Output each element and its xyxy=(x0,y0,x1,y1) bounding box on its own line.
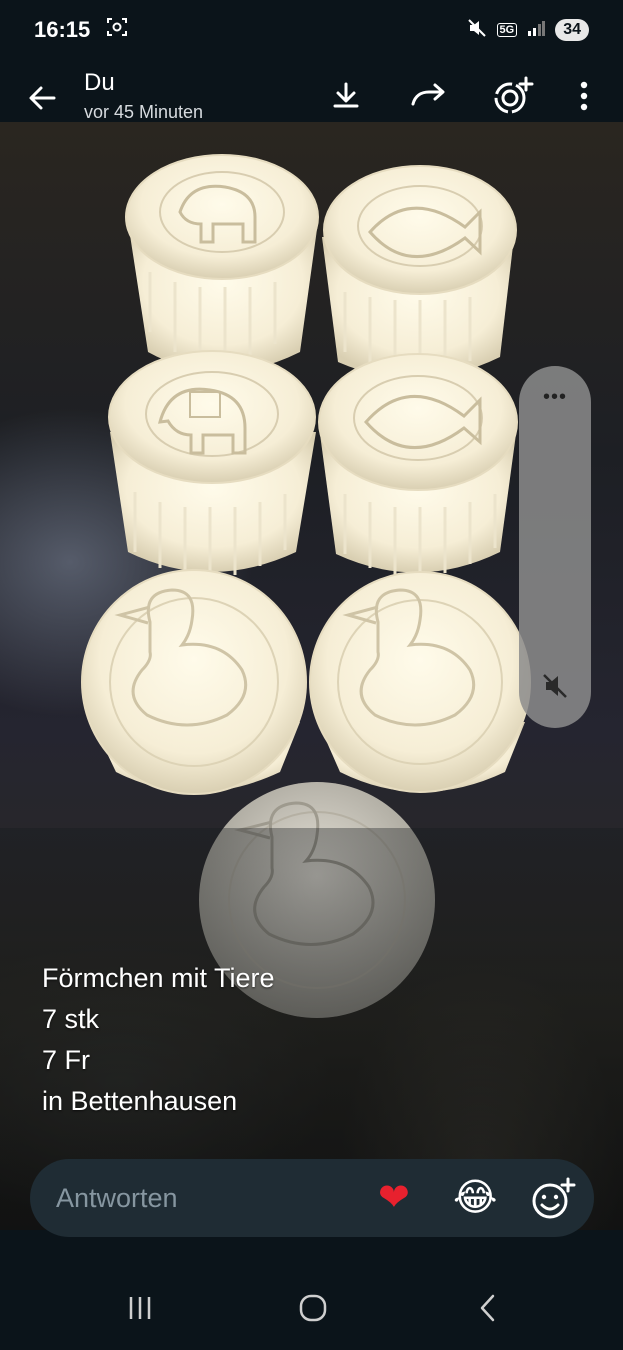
home-icon xyxy=(299,1294,327,1322)
post-time: vor 45 Minuten xyxy=(84,102,204,122)
caption-line: 7 stk xyxy=(42,1004,100,1034)
status-bar: 16:15 5G 34 xyxy=(0,0,623,60)
download-icon xyxy=(333,82,359,108)
laugh-reaction-button[interactable]: 😂 xyxy=(453,1176,497,1220)
mold-fish-2 xyxy=(318,353,518,575)
back-icon xyxy=(480,1294,495,1322)
header-title-block[interactable]: Du vor 45 Minuten xyxy=(84,68,203,124)
clock: 16:15 xyxy=(34,17,91,42)
network-type: 5G xyxy=(496,23,518,37)
new-status-button[interactable] xyxy=(490,74,534,118)
reply-input[interactable]: Antworten xyxy=(56,1183,178,1214)
home-button[interactable] xyxy=(283,1286,343,1330)
mold-elephant-1 xyxy=(125,154,319,372)
heart-reaction-button[interactable]: ❤ xyxy=(378,1176,410,1220)
caption-line: Förmchen mit Tiere xyxy=(42,963,275,993)
mute-status-icon xyxy=(467,18,487,43)
download-button[interactable] xyxy=(324,74,368,118)
recent-apps-button[interactable] xyxy=(110,1286,170,1330)
back-button[interactable] xyxy=(20,78,64,118)
forward-icon xyxy=(411,83,445,106)
volume-menu-button[interactable]: ••• xyxy=(519,386,591,409)
recent-apps-icon xyxy=(129,1297,151,1319)
battery-level: 34 xyxy=(555,19,589,41)
screen-record-icon xyxy=(106,16,128,44)
more-vert-icon xyxy=(580,81,588,111)
back-arrow-icon xyxy=(29,86,56,110)
system-nav-bar xyxy=(0,1262,623,1350)
caption-line: in Bettenhausen xyxy=(42,1086,238,1116)
signal-icon xyxy=(527,20,546,41)
volume-panel[interactable]: ••• xyxy=(519,366,591,728)
status-caption: Förmchen mit Tiere 7 stk 7 Fr in Bettenh… xyxy=(42,958,275,1122)
mold-elephant-2 xyxy=(108,350,316,575)
caption-line: 7 Fr xyxy=(42,1045,91,1075)
add-reaction-icon[interactable] xyxy=(530,1177,576,1221)
mold-fish-1 xyxy=(322,165,517,379)
reply-bar[interactable]: Antworten ❤ 😂 xyxy=(30,1159,594,1237)
volume-mute-icon[interactable] xyxy=(541,672,569,700)
mold-duck-1 xyxy=(81,569,307,795)
system-back-button[interactable] xyxy=(458,1286,518,1330)
status-camera-icon xyxy=(494,76,534,114)
contact-name: Du xyxy=(84,69,115,96)
status-viewer-header: Du vor 45 Minuten xyxy=(0,60,623,130)
more-options-button[interactable] xyxy=(562,74,606,118)
forward-button[interactable] xyxy=(406,74,450,118)
mold-duck-2 xyxy=(309,571,531,793)
